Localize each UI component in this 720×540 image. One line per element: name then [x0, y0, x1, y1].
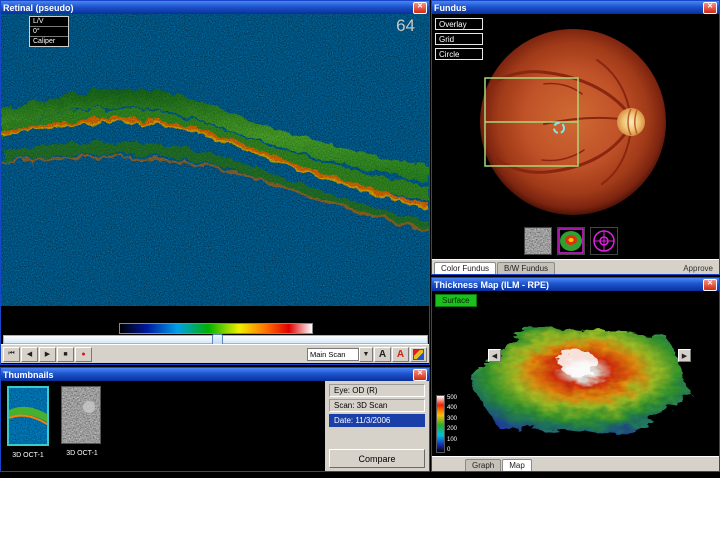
- fundus-titlebar[interactable]: Fundus ✕: [432, 1, 719, 14]
- scan-info-panel: Eye: OD (R) Scan: 3D Scan Date: 11/3/200…: [325, 381, 429, 471]
- legend-value: 0: [447, 446, 451, 453]
- close-icon[interactable]: ✕: [703, 1, 717, 14]
- thumbnails-title: Thumbnails: [3, 369, 54, 380]
- font-button[interactable]: A: [374, 346, 391, 362]
- playback-toolbar: ⏮ ◀ ▶ ■ ● Main Scan ▼ A A: [1, 344, 429, 363]
- grid-button[interactable]: Grid: [435, 33, 483, 45]
- oct-window-body: L/V 0° Caliper 64 ⏮ ◀ ▶ ■ ● Main Scan ▼: [1, 14, 429, 364]
- thumbnail-label: 3D OCT-1: [12, 452, 44, 459]
- chevron-down-icon[interactable]: ▼: [359, 346, 373, 362]
- close-icon[interactable]: ✕: [703, 278, 717, 291]
- legend-color-strip: [436, 395, 445, 453]
- stop-button[interactable]: ■: [57, 346, 74, 362]
- oct-thumbnail-image[interactable]: [7, 386, 49, 446]
- menu-item-lv[interactable]: L/V: [30, 17, 68, 27]
- frame-slider[interactable]: [3, 334, 428, 346]
- oct-scan-window: Retinal (pseudo) ✕ L/V 0° Caliper 64 ⏮ ◀…: [0, 0, 430, 365]
- legend-value: 300: [447, 415, 458, 422]
- fundus-body: Overlay Grid Circle Color Fundus B/W Fun…: [432, 14, 719, 274]
- rotate-right-button[interactable]: ▶: [678, 349, 691, 362]
- circle-button[interactable]: Circle: [435, 48, 483, 60]
- colormap-button[interactable]: [410, 346, 427, 362]
- tab-graph[interactable]: Graph: [465, 459, 502, 471]
- menu-item-caliper[interactable]: Caliper: [30, 37, 68, 46]
- go-first-button[interactable]: ⏮: [3, 346, 20, 362]
- scan-type-select[interactable]: Main Scan ▼: [307, 346, 373, 362]
- info-row-eye[interactable]: Eye: OD (R): [329, 384, 425, 397]
- tab-color-fundus[interactable]: Color Fundus: [434, 262, 497, 274]
- thumbnail-item[interactable]: 3D OCT-1: [7, 386, 49, 466]
- thickness-3d-surface: [468, 325, 690, 435]
- tab-bw-fundus[interactable]: B/W Fundus: [497, 262, 556, 274]
- annotate-button[interactable]: A: [392, 346, 409, 362]
- thumbnail-list: 3D OCT-1 3D OCT-1: [1, 381, 325, 471]
- thickness-titlebar[interactable]: Thickness Map (ILM - RPE) ✕: [432, 278, 719, 291]
- oct-display-menu: L/V 0° Caliper: [29, 16, 69, 47]
- slide-canvas: Retinal (pseudo) ✕ L/V 0° Caliper 64 ⏮ ◀…: [0, 0, 720, 540]
- thumbnail-item[interactable]: 3D OCT-1: [61, 386, 103, 466]
- fundus-tabbar: Color Fundus B/W Fundus Approve: [432, 259, 719, 274]
- thickness-legend: 500 400 300 200 100 0: [436, 395, 457, 453]
- compare-button[interactable]: Compare: [329, 449, 425, 468]
- surface-button[interactable]: Surface: [435, 294, 477, 307]
- thickness-tabbar: Graph Map: [432, 456, 719, 471]
- thickness-map-thumbnail[interactable]: [557, 227, 585, 255]
- oct-window-titlebar[interactable]: Retinal (pseudo) ✕: [1, 1, 429, 14]
- tab-map[interactable]: Map: [502, 459, 532, 471]
- prev-frame-button[interactable]: ◀: [21, 346, 38, 362]
- fundus-title: Fundus: [434, 2, 467, 13]
- thumbnails-body: 3D OCT-1 3D OCT-1 Eye: OD (R) Scan: 3D S…: [1, 381, 429, 471]
- legend-value: 100: [447, 436, 458, 443]
- legend-value: 400: [447, 405, 458, 412]
- oct-bscan-image: [1, 14, 429, 306]
- close-icon[interactable]: ✕: [413, 1, 427, 14]
- approve-label[interactable]: Approve: [683, 264, 717, 274]
- thumbnails-titlebar[interactable]: Thumbnails ✕: [1, 368, 429, 381]
- fundus-thumbnail-image[interactable]: [61, 386, 101, 444]
- close-icon[interactable]: ✕: [413, 368, 427, 381]
- etdrs-grid-thumbnail[interactable]: [590, 227, 618, 255]
- thickness-map-window: Thickness Map (ILM - RPE) ✕ Surface ◀ ▶ …: [431, 277, 720, 472]
- oct-application: Retinal (pseudo) ✕ L/V 0° Caliper 64 ⏮ ◀…: [0, 0, 720, 478]
- scan-type-value: Main Scan: [307, 347, 359, 361]
- legend-value: 200: [447, 426, 458, 433]
- thickness-body: Surface ◀ ▶ 500 400 300 200 100 0 Graph …: [432, 291, 719, 471]
- legend-labels: 500 400 300 200 100 0: [447, 395, 457, 453]
- intensity-colorbar: [119, 323, 313, 334]
- fundus-window: Fundus ✕ Overlay Grid Circle Color Fundu…: [431, 0, 720, 275]
- frame-number: 64: [396, 16, 415, 35]
- rotate-left-button[interactable]: ◀: [488, 349, 501, 362]
- play-button[interactable]: ▶: [39, 346, 56, 362]
- legend-value: 500: [447, 395, 458, 401]
- oct-window-title: Retinal (pseudo): [3, 2, 74, 13]
- fundus-overlay-controls: Overlay Grid Circle: [435, 18, 483, 60]
- projection-thumbnail[interactable]: [524, 227, 552, 255]
- info-row-scan[interactable]: Scan: 3D Scan: [329, 399, 425, 412]
- fundus-mode-thumbnails: [524, 227, 618, 255]
- thumbnails-window: Thumbnails ✕ 3D OCT-1 3D OCT-1 Eye: OD (…: [0, 367, 430, 472]
- thumbnail-label: 3D OCT-1: [66, 450, 98, 457]
- thickness-title: Thickness Map (ILM - RPE): [434, 279, 550, 290]
- palette-icon: [413, 348, 424, 360]
- info-row-date[interactable]: Date: 11/3/2006: [329, 414, 425, 427]
- overlay-button[interactable]: Overlay: [435, 18, 483, 30]
- menu-item-angle[interactable]: 0°: [30, 27, 68, 37]
- record-button[interactable]: ●: [75, 346, 92, 362]
